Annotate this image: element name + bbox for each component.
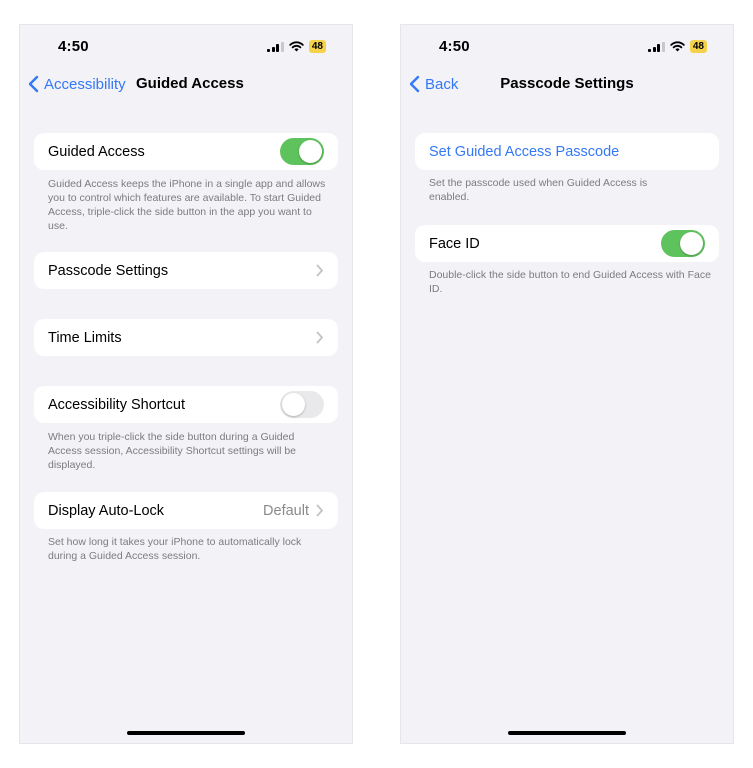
- status-icons: 48: [648, 40, 707, 53]
- status-bar: 4:50 48: [20, 25, 352, 71]
- guided-access-row: Guided Access: [34, 133, 338, 170]
- set-passcode-link[interactable]: Set Guided Access Passcode: [429, 144, 705, 160]
- accessibility-shortcut-toggle[interactable]: [280, 391, 324, 418]
- time-limits-row[interactable]: Time Limits: [34, 319, 338, 356]
- face-id-footer: Double-click the side button to end Guid…: [429, 269, 711, 295]
- guided-access-footer: Guided Access keeps the iPhone in a sing…: [48, 178, 326, 232]
- navigation-bar: Accessibility Guided Access: [20, 71, 352, 107]
- set-passcode-footer: Set the passcode used when Guided Access…: [429, 177, 648, 203]
- chevron-left-icon: [28, 75, 39, 93]
- display-auto-lock-footer: Set how long it takes your iPhone to aut…: [48, 536, 302, 562]
- passcode-settings-row[interactable]: Passcode Settings: [34, 252, 338, 289]
- accessibility-shortcut-footer: When you triple-click the side button du…: [48, 431, 297, 471]
- accessibility-shortcut-row: Accessibility Shortcut: [34, 386, 338, 423]
- face-id-label: Face ID: [429, 235, 480, 252]
- home-indicator[interactable]: [127, 731, 245, 735]
- status-time: 4:50: [58, 38, 89, 55]
- guided-access-screen: 4:50 48 Accessibility Guided Access Guid…: [19, 24, 353, 744]
- back-button[interactable]: Back: [409, 75, 458, 93]
- battery-icon: 48: [308, 40, 326, 53]
- wifi-icon: [289, 41, 304, 52]
- cellular-signal-icon: [267, 41, 284, 52]
- page-title: Guided Access: [136, 75, 244, 92]
- status-bar: 4:50 48: [401, 25, 733, 71]
- chevron-left-icon: [409, 75, 420, 93]
- back-button-label: Accessibility: [44, 75, 126, 93]
- display-auto-lock-row[interactable]: Display Auto-Lock Default: [34, 492, 338, 529]
- guided-access-toggle[interactable]: [280, 138, 324, 165]
- chevron-right-icon: [316, 504, 323, 517]
- home-indicator[interactable]: [508, 731, 626, 735]
- navigation-bar: Passcode Settings Back: [401, 71, 733, 107]
- accessibility-shortcut-label: Accessibility Shortcut: [48, 396, 185, 413]
- back-button[interactable]: Accessibility: [28, 75, 126, 93]
- face-id-toggle[interactable]: [661, 230, 705, 257]
- guided-access-label: Guided Access: [48, 143, 145, 160]
- wifi-icon: [670, 41, 685, 52]
- set-passcode-row[interactable]: Set Guided Access Passcode: [415, 133, 719, 170]
- display-auto-lock-value: Default: [263, 502, 309, 519]
- time-limits-label: Time Limits: [48, 329, 122, 346]
- cellular-signal-icon: [648, 41, 665, 52]
- chevron-right-icon: [316, 331, 323, 344]
- back-button-label: Back: [425, 75, 459, 93]
- passcode-settings-label: Passcode Settings: [48, 262, 169, 279]
- display-auto-lock-label: Display Auto-Lock: [48, 502, 165, 519]
- status-time: 4:50: [439, 38, 470, 55]
- face-id-row: Face ID: [415, 225, 719, 262]
- passcode-settings-screen: 4:50 48 Passcode Settings Back Set Guide…: [400, 24, 734, 744]
- battery-icon: 48: [689, 40, 707, 53]
- chevron-right-icon: [316, 264, 323, 277]
- status-icons: 48: [267, 40, 326, 53]
